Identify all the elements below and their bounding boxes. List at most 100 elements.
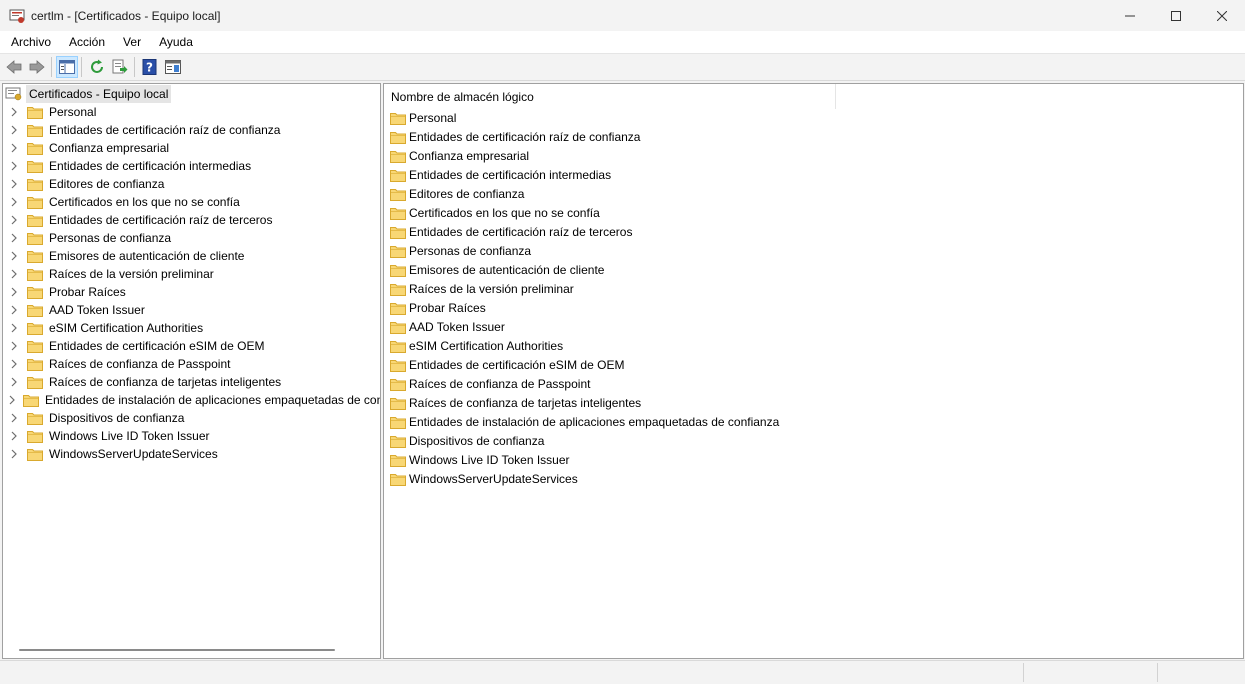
tree-item[interactable]: WindowsServerUpdateServices	[3, 445, 380, 463]
list-item[interactable]: Entidades de certificación eSIM de OEM	[384, 356, 1243, 375]
chevron-right-icon[interactable]	[9, 233, 19, 243]
tree-item[interactable]: Editores de confianza	[3, 175, 380, 193]
list-item[interactable]: AAD Token Issuer	[384, 318, 1243, 337]
tree-item-label: Entidades de certificación raíz de terce…	[49, 213, 273, 227]
list-item[interactable]: Entidades de certificación raíz de confi…	[384, 128, 1243, 147]
list-item[interactable]: WindowsServerUpdateServices	[384, 470, 1243, 489]
certificate-icon[interactable]	[9, 8, 25, 24]
maximize-icon[interactable]	[1153, 0, 1199, 31]
chevron-right-icon[interactable]	[9, 125, 19, 135]
tree-item[interactable]: Entidades de certificación raíz de terce…	[3, 211, 380, 229]
list-item[interactable]: Raíces de la versión preliminar	[384, 280, 1243, 299]
chevron-right-icon[interactable]	[9, 449, 19, 459]
list-item[interactable]: Entidades de certificación intermedias	[384, 166, 1243, 185]
chevron-right-icon[interactable]	[9, 143, 19, 153]
tree-item[interactable]: Raíces de confianza de Passpoint	[3, 355, 380, 373]
list-item-label: Probar Raíces	[409, 301, 486, 315]
minimize-icon[interactable]	[1107, 0, 1153, 31]
chevron-right-icon[interactable]	[9, 107, 19, 117]
chevron-right-icon[interactable]	[9, 413, 19, 423]
list-item[interactable]: Entidades de instalación de aplicaciones…	[384, 413, 1243, 432]
tree-item-label: eSIM Certification Authorities	[49, 321, 204, 335]
tree-item[interactable]: Dispositivos de confianza	[3, 409, 380, 427]
chevron-right-icon[interactable]	[9, 341, 19, 351]
folder-icon	[27, 142, 43, 155]
list-item[interactable]: Raíces de confianza de Passpoint	[384, 375, 1243, 394]
tree-pane[interactable]: Certificados - Equipo local Personal Enti…	[2, 83, 381, 659]
tree-item[interactable]: Raíces de la versión preliminar	[3, 265, 380, 283]
chevron-right-icon[interactable]	[9, 161, 19, 171]
chevron-right-icon[interactable]	[9, 287, 19, 297]
column-header-nombre[interactable]: Nombre de almacén lógico	[384, 84, 836, 109]
chevron-right-icon[interactable]	[9, 377, 19, 387]
tree-item[interactable]: Certificados en los que no se confía	[3, 193, 380, 211]
list-item[interactable]: Confianza empresarial	[384, 147, 1243, 166]
tree-item[interactable]: Emisores de autenticación de cliente	[3, 247, 380, 265]
menu-archivo[interactable]: Archivo	[4, 31, 58, 53]
folder-icon	[27, 376, 43, 389]
tree-root-label: Certificados - Equipo local	[26, 85, 172, 103]
folder-icon	[390, 473, 406, 486]
tree-root[interactable]: Certificados - Equipo local	[5, 85, 172, 103]
refresh-icon[interactable]	[86, 56, 108, 78]
horizontal-scrollbar[interactable]	[3, 642, 380, 658]
chevron-right-icon[interactable]	[9, 215, 19, 225]
chevron-right-icon[interactable]	[9, 197, 19, 207]
scrollbar-thumb[interactable]	[19, 649, 335, 651]
list-item-label: Certificados en los que no se confía	[409, 206, 600, 220]
list-item[interactable]: Personas de confianza	[384, 242, 1243, 261]
list-item[interactable]: Certificados en los que no se confía	[384, 204, 1243, 223]
toolbar-separator	[81, 57, 82, 77]
tree-item[interactable]: Personas de confianza	[3, 229, 380, 247]
tree-item[interactable]: Probar Raíces	[3, 283, 380, 301]
menu-ver[interactable]: Ver	[116, 31, 148, 53]
chevron-right-icon[interactable]	[9, 269, 19, 279]
tree-item[interactable]: Entidades de certificación eSIM de OEM	[3, 337, 380, 355]
tree-item[interactable]: eSIM Certification Authorities	[3, 319, 380, 337]
folder-icon	[390, 245, 406, 258]
list-item[interactable]: Editores de confianza	[384, 185, 1243, 204]
chevron-right-icon[interactable]	[9, 305, 19, 315]
folder-icon	[390, 340, 406, 353]
chevron-right-icon[interactable]	[9, 395, 15, 405]
tree-item[interactable]: Confianza empresarial	[3, 139, 380, 157]
list-item[interactable]: Emisores de autenticación de cliente	[384, 261, 1243, 280]
tree-item[interactable]: Raíces de confianza de tarjetas intelige…	[3, 373, 380, 391]
chevron-right-icon[interactable]	[9, 323, 19, 333]
list-item[interactable]: Windows Live ID Token Issuer	[384, 451, 1243, 470]
forward-arrow-icon[interactable]	[26, 56, 48, 78]
folder-icon	[27, 268, 43, 281]
tree-item[interactable]: Personal	[3, 103, 380, 121]
folder-icon	[390, 416, 406, 429]
help-icon[interactable]: ?	[139, 56, 161, 78]
tree-item[interactable]: Entidades de instalación de aplicaciones…	[3, 391, 380, 409]
close-icon[interactable]	[1199, 0, 1245, 31]
list-item[interactable]: eSIM Certification Authorities	[384, 337, 1243, 356]
list-item[interactable]: Personal	[384, 109, 1243, 128]
folder-icon	[390, 207, 406, 220]
tree-item[interactable]: Windows Live ID Token Issuer	[3, 427, 380, 445]
back-arrow-icon[interactable]	[3, 56, 25, 78]
folder-icon	[390, 264, 406, 277]
menu-ayuda[interactable]: Ayuda	[152, 31, 200, 53]
show-hide-tree-icon[interactable]	[56, 56, 78, 78]
list-item[interactable]: Entidades de certificación raíz de terce…	[384, 223, 1243, 242]
export-list-icon[interactable]	[109, 56, 131, 78]
properties-pane-icon[interactable]	[162, 56, 184, 78]
chevron-right-icon[interactable]	[9, 431, 19, 441]
folder-icon	[390, 359, 406, 372]
tree-item[interactable]: Entidades de certificación raíz de confi…	[3, 121, 380, 139]
tree-item-label: Entidades de instalación de aplicaciones…	[45, 393, 381, 407]
tree-item[interactable]: Entidades de certificación intermedias	[3, 157, 380, 175]
list-item[interactable]: Raíces de confianza de tarjetas intelige…	[384, 394, 1243, 413]
chevron-right-icon[interactable]	[9, 251, 19, 261]
status-bar	[0, 660, 1245, 684]
list-item-label: Raíces de confianza de tarjetas intelige…	[409, 396, 642, 410]
menu-accion[interactable]: Acción	[62, 31, 112, 53]
chevron-right-icon[interactable]	[9, 359, 19, 369]
tree-item[interactable]: AAD Token Issuer	[3, 301, 380, 319]
folder-icon	[27, 304, 43, 317]
list-item[interactable]: Probar Raíces	[384, 299, 1243, 318]
list-item[interactable]: Dispositivos de confianza	[384, 432, 1243, 451]
chevron-right-icon[interactable]	[9, 179, 19, 189]
